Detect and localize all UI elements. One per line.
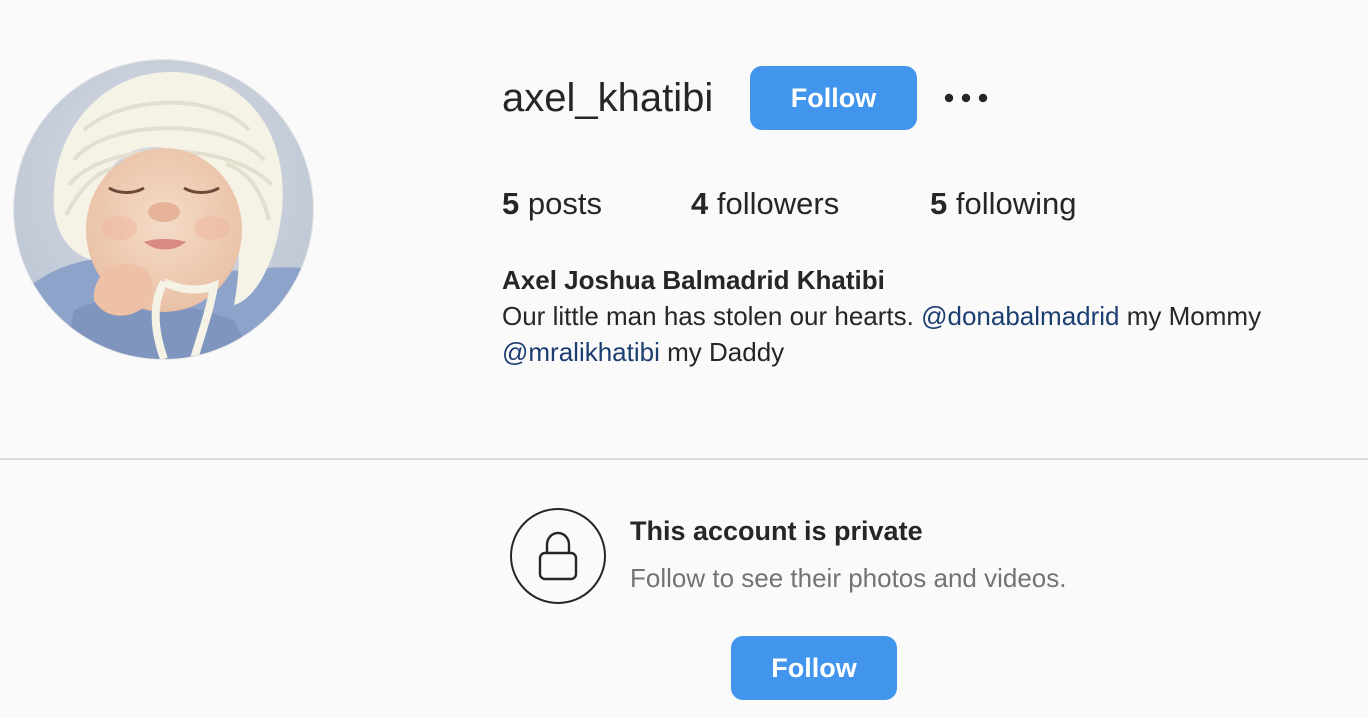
posts-count: 5 posts — [502, 186, 602, 222]
lock-icon — [510, 508, 606, 604]
follow-button[interactable]: Follow — [750, 66, 917, 130]
mention-link-mommy[interactable]: @donabalmadrid — [921, 301, 1119, 331]
following-link[interactable]: 5 following — [930, 186, 1077, 222]
profile-full-name: Axel Joshua Balmadrid Khatibi — [502, 265, 885, 295]
private-account-title: This account is private — [630, 516, 923, 546]
bio-text-suffix: my Mommy — [1126, 301, 1262, 331]
bio-text: Our little man has stolen our hearts. — [502, 301, 914, 331]
profile-avatar[interactable] — [14, 60, 313, 359]
profile-page: axel_khatibi Follow 5 posts 4 followers … — [0, 0, 1368, 718]
following-number: 5 — [930, 186, 948, 221]
private-account-subtitle: Follow to see their photos and videos. — [630, 563, 1067, 593]
bio-line-1: Our little man has stolen our hearts. @d… — [502, 298, 1368, 334]
following-label: following — [955, 186, 1077, 221]
avatar-photo — [14, 60, 313, 359]
posts-label: posts — [527, 186, 602, 221]
followers-label: followers — [716, 186, 840, 221]
posts-number: 5 — [502, 186, 520, 221]
follow-button-private[interactable]: Follow — [731, 636, 897, 700]
section-divider — [0, 458, 1368, 460]
profile-username: axel_khatibi — [502, 76, 714, 120]
mention-link-daddy[interactable]: @mralikhatibi — [502, 337, 660, 367]
bio-line-2: @mralikhatibi my Daddy — [502, 334, 1368, 370]
followers-link[interactable]: 4 followers — [691, 186, 839, 222]
profile-bio: Axel Joshua Balmadrid Khatibi Our little… — [502, 262, 1368, 370]
bio-text-suffix: my Daddy — [667, 337, 785, 367]
followers-number: 4 — [691, 186, 709, 221]
more-options-icon[interactable] — [942, 86, 990, 110]
